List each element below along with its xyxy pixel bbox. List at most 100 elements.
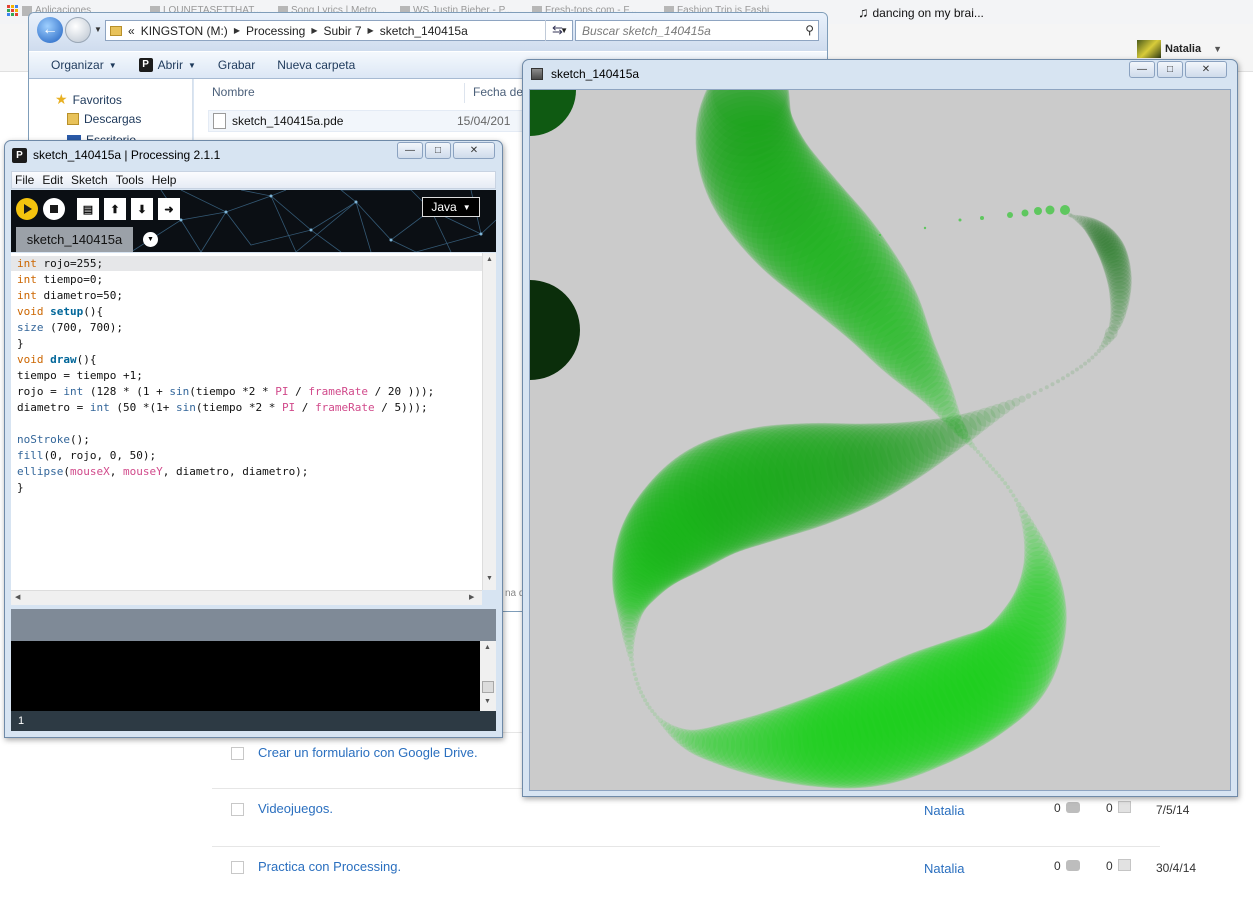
ellipse-mark	[530, 280, 580, 380]
ellipse-mark	[655, 715, 660, 720]
ellipse-mark	[1045, 205, 1055, 215]
ellipse-mark	[1065, 373, 1070, 378]
minimize-button[interactable]: —	[1129, 61, 1155, 78]
nav-favorites[interactable]: ★ Favoritos	[55, 91, 122, 108]
processing-app-icon: P	[138, 58, 153, 72]
ellipse-mark	[1021, 209, 1029, 217]
processing-logo-icon: P	[12, 147, 27, 163]
chevron-down-icon: ▼	[187, 60, 196, 70]
menu-help[interactable]: Help	[149, 173, 182, 187]
chevron-down-icon: ▼	[462, 202, 471, 212]
post-author[interactable]: Natalia	[924, 803, 964, 818]
scroll-thumb[interactable]	[482, 681, 494, 693]
forward-button[interactable]	[65, 17, 91, 43]
post-title[interactable]: Crear un formulario con Google Drive.	[258, 745, 478, 760]
ellipse-mark	[1000, 477, 1005, 482]
upload-arrow-icon: ⬆	[110, 203, 120, 216]
java-window-icon	[531, 68, 543, 80]
close-button[interactable]: ✕	[453, 142, 495, 159]
post-checkbox[interactable]	[231, 861, 244, 874]
editor-horizontal-scrollbar[interactable]: ◀ ▶	[11, 590, 482, 605]
back-button[interactable]: ←	[37, 17, 63, 43]
window-title-bar[interactable]: sketch_140415a — □ ✕	[523, 60, 1237, 88]
console-scrollbar[interactable]: ▲ ▼	[480, 641, 496, 711]
stop-button[interactable]	[43, 198, 65, 220]
breadcrumb-separator-icon[interactable]: ▶	[234, 26, 240, 35]
breadcrumb-item[interactable]: Processing	[246, 24, 305, 38]
breadcrumb[interactable]: « KINGSTON (M:) ▶ Processing ▶ Subir 7 ▶…	[105, 20, 573, 41]
sketch-canvas[interactable]	[529, 89, 1231, 791]
ellipse-mark	[1003, 481, 1008, 486]
console-output[interactable]	[11, 641, 486, 711]
code-editor[interactable]: int rojo=255; int tiempo=0; int diametro…	[11, 253, 490, 590]
new-sketch-button[interactable]: ▤	[77, 198, 99, 220]
nav-downloads[interactable]: Descargas	[67, 112, 141, 126]
window-title-bar[interactable]: P sketch_140415a | Processing 2.1.1 — □ …	[5, 141, 502, 169]
download-arrow-icon: ⬇	[137, 203, 147, 216]
chevron-down-icon: ▼	[108, 60, 117, 70]
post-title[interactable]: Practica con Processing.	[258, 859, 401, 874]
ellipse-mark	[1038, 388, 1043, 393]
ellipse-mark	[1086, 358, 1091, 363]
breadcrumb-item[interactable]: KINGSTON (M:)	[141, 24, 228, 38]
breadcrumb-item[interactable]: Subir 7	[324, 24, 362, 38]
ellipse-mark	[988, 463, 992, 468]
save-sketch-button[interactable]: ⬇	[131, 198, 153, 220]
scroll-down-icon[interactable]: ▼	[484, 698, 491, 705]
history-dropdown-icon[interactable]: ▼	[94, 25, 102, 34]
ellipse-mark	[982, 456, 986, 461]
ellipse-mark	[1061, 376, 1065, 381]
search-icon: ⚲	[805, 23, 814, 37]
post-title[interactable]: Videojuegos.	[258, 801, 333, 816]
scroll-right-icon[interactable]: ▶	[469, 593, 474, 601]
refresh-icon[interactable]: ⇆	[545, 20, 569, 41]
menu-edit[interactable]: Edit	[39, 173, 68, 187]
close-button[interactable]: ✕	[1185, 61, 1227, 78]
post-checkbox[interactable]	[231, 747, 244, 760]
open-sketch-button[interactable]: ⬆	[104, 198, 126, 220]
ellipse-mark	[1006, 485, 1010, 490]
ellipse-mark	[991, 467, 996, 472]
burn-button[interactable]: Grabar	[218, 58, 255, 72]
scroll-down-icon[interactable]: ▼	[486, 575, 493, 582]
menu-tools[interactable]: Tools	[113, 173, 149, 187]
column-date[interactable]: Fecha de	[473, 85, 523, 99]
breadcrumb-separator-icon[interactable]: ▶	[368, 26, 374, 35]
sketch-tab[interactable]: sketch_140415a	[16, 227, 133, 252]
ellipse-mark	[639, 690, 643, 695]
ellipse-mark	[652, 712, 657, 717]
scroll-left-icon[interactable]: ◀	[15, 593, 20, 601]
menu-file[interactable]: File	[12, 173, 39, 187]
post-checkbox[interactable]	[231, 803, 244, 816]
column-divider[interactable]	[464, 83, 465, 103]
ellipse-mark	[976, 449, 980, 454]
ellipse-mark	[1083, 361, 1088, 366]
ellipse-mark	[1025, 393, 1032, 399]
new-folder-button[interactable]: Nueva carpeta	[277, 58, 355, 72]
run-button[interactable]	[16, 198, 38, 220]
sketch-output-window: sketch_140415a — □ ✕	[522, 59, 1238, 797]
ellipse-mark	[1093, 352, 1098, 357]
breadcrumb-item[interactable]: sketch_140415a	[380, 24, 468, 38]
ellipse-mark	[1060, 205, 1070, 215]
export-button[interactable]: ➜	[158, 198, 180, 220]
minimize-button[interactable]: —	[397, 142, 423, 159]
play-icon	[24, 204, 32, 214]
mode-selector[interactable]: Java ▼	[422, 197, 480, 217]
organize-button[interactable]: Organizar ▼	[51, 58, 117, 72]
post-author[interactable]: Natalia	[924, 861, 964, 876]
menu-sketch[interactable]: Sketch	[68, 173, 113, 187]
breadcrumb-separator-icon[interactable]: ▶	[311, 26, 317, 35]
window-controls: — □ ✕	[1129, 61, 1227, 78]
maximize-button[interactable]: □	[425, 142, 451, 159]
ellipse-mark	[643, 698, 648, 703]
tab-menu-icon[interactable]: ▼	[143, 232, 158, 247]
open-button[interactable]: P Abrir ▼	[138, 58, 196, 72]
scroll-up-icon[interactable]: ▲	[484, 644, 491, 651]
post-row[interactable]: Practica con Processing. Natalia 0 0 30/4/14	[212, 846, 1196, 897]
editor-vertical-scrollbar[interactable]: ▲ ▼	[482, 253, 496, 590]
column-name[interactable]: Nombre	[212, 85, 255, 99]
scroll-up-icon[interactable]: ▲	[486, 256, 493, 263]
search-input[interactable]: Buscar sketch_140415a ⚲	[575, 20, 819, 41]
maximize-button[interactable]: □	[1157, 61, 1183, 78]
